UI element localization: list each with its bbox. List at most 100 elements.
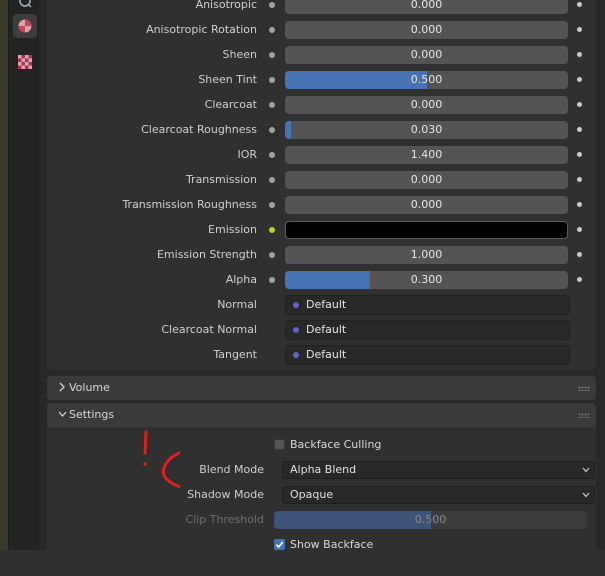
socket-dot <box>269 127 275 133</box>
keyframe-dot-icon[interactable] <box>577 227 582 232</box>
property-row: Anisotropic Rotation 0.000 <box>39 20 605 40</box>
input-socket-icon[interactable] <box>266 24 278 36</box>
keyframe-dot-icon[interactable] <box>577 202 582 207</box>
keyframe-dot-icon[interactable] <box>577 277 582 282</box>
value-slider[interactable]: 0.000 <box>285 196 568 214</box>
input-socket-icon[interactable] <box>266 74 278 86</box>
volume-panel-title: Volume <box>69 381 110 394</box>
input-socket-icon[interactable] <box>266 199 278 211</box>
property-row: Normal Default <box>39 295 605 315</box>
material-tab[interactable] <box>13 14 37 38</box>
keyframe-dot-icon[interactable] <box>577 102 582 107</box>
value-slider[interactable]: 0.000 <box>285 96 568 114</box>
property-row: Clearcoat Roughness 0.030 <box>39 120 605 140</box>
show-backface-checkbox[interactable] <box>274 539 285 550</box>
clip-threshold-slider[interactable]: 0.500 <box>274 511 587 529</box>
property-label: Sheen Tint <box>198 73 257 86</box>
property-row: Clearcoat Normal Default <box>39 320 605 340</box>
vector-value: Default <box>306 348 347 361</box>
backface-culling-checkbox[interactable] <box>274 439 285 450</box>
input-socket-icon[interactable] <box>266 274 278 286</box>
slider-value: 0.000 <box>410 0 443 11</box>
vector-input-field[interactable]: Default <box>285 320 570 340</box>
vector-input-field[interactable]: Default <box>285 345 570 365</box>
property-label: Anisotropic Rotation <box>146 23 257 36</box>
slider-value: 0.000 <box>410 48 443 61</box>
shadow-mode-dropdown[interactable]: Opaque <box>282 486 595 504</box>
socket-dot <box>269 252 275 258</box>
texture-tab[interactable] <box>13 50 37 74</box>
input-socket-icon[interactable] <box>266 0 278 11</box>
property-label: Emission Strength <box>156 248 257 261</box>
value-slider[interactable]: 0.000 <box>285 171 568 189</box>
input-socket-icon[interactable] <box>266 124 278 136</box>
clip-threshold-value: 0.500 <box>414 513 447 526</box>
chevron-right-icon <box>59 382 65 392</box>
drag-grip-icon[interactable] <box>578 386 590 391</box>
vector-value: Default <box>306 298 347 311</box>
property-label: Tangent <box>213 348 257 361</box>
input-socket-icon[interactable] <box>266 149 278 161</box>
input-socket-icon[interactable] <box>266 99 278 111</box>
value-slider[interactable]: 0.000 <box>285 21 568 39</box>
red-pen-annotation <box>143 430 180 489</box>
value-slider[interactable]: 0.030 <box>285 121 568 139</box>
socket-dot <box>269 152 275 158</box>
property-row: Anisotropic 0.000 <box>39 0 605 15</box>
property-label: Transmission <box>185 173 257 186</box>
viewport-edge <box>0 0 9 550</box>
value-slider[interactable]: 1.000 <box>285 246 568 264</box>
socket-dot <box>269 2 275 8</box>
property-row: Alpha 0.300 <box>39 270 605 290</box>
slider-value: 0.300 <box>410 273 443 286</box>
keyframe-dot-icon[interactable] <box>577 177 582 182</box>
blend-mode-dropdown[interactable]: Alpha Blend <box>282 461 595 479</box>
keyframe-dot-icon[interactable] <box>577 2 582 7</box>
property-label: Emission <box>208 223 257 236</box>
property-row: IOR 1.400 <box>39 145 605 165</box>
volume-panel-header[interactable]: Volume <box>47 376 596 400</box>
clip-threshold-label: Clip Threshold <box>185 513 264 526</box>
input-socket-icon[interactable] <box>266 49 278 61</box>
property-row: Clearcoat 0.000 <box>39 95 605 115</box>
keyframe-dot-icon[interactable] <box>577 252 582 257</box>
slider-value: 1.400 <box>410 148 443 161</box>
property-label: Normal <box>217 298 257 311</box>
keyframe-dot-icon[interactable] <box>577 52 582 57</box>
slider-value: 0.000 <box>410 198 443 211</box>
input-socket-icon[interactable] <box>266 224 278 236</box>
value-slider[interactable]: 1.400 <box>285 146 568 164</box>
input-socket-icon[interactable] <box>266 249 278 261</box>
material-icon <box>18 19 32 33</box>
slider-value: 0.000 <box>410 23 443 36</box>
property-row: Transmission 0.000 <box>39 170 605 190</box>
input-socket-icon[interactable] <box>266 174 278 186</box>
socket-dot <box>269 27 275 33</box>
value-slider[interactable]: 0.300 <box>285 271 568 289</box>
emission-color-swatch[interactable] <box>285 221 568 239</box>
chevron-down-icon <box>582 467 590 473</box>
value-slider[interactable]: 0.000 <box>285 46 568 64</box>
vector-input-field[interactable]: Default <box>285 295 570 315</box>
property-label: Clearcoat Normal <box>161 323 257 336</box>
socket-dot <box>269 277 275 283</box>
keyframe-dot-icon[interactable] <box>577 27 582 32</box>
socket-dot <box>269 102 275 108</box>
keyframe-dot-icon[interactable] <box>577 127 582 132</box>
drag-grip-icon[interactable] <box>578 413 590 418</box>
chevron-down-icon <box>58 411 67 417</box>
slider-value: 0.500 <box>410 73 443 86</box>
socket-dot <box>269 52 275 58</box>
backface-culling-label: Backface Culling <box>290 438 382 451</box>
properties-tab-bar <box>9 0 39 550</box>
value-slider[interactable]: 0.500 <box>285 71 568 89</box>
property-row: Tangent Default <box>39 345 605 365</box>
property-label: IOR <box>237 148 257 161</box>
chevron-down-icon <box>582 492 590 498</box>
value-slider[interactable]: 0.000 <box>285 0 568 14</box>
property-row: Transmission Roughness 0.000 <box>39 195 605 215</box>
property-row: Emission <box>39 220 605 240</box>
keyframe-dot-icon[interactable] <box>577 77 582 82</box>
checkmark-icon <box>275 541 284 549</box>
keyframe-dot-icon[interactable] <box>577 152 582 157</box>
